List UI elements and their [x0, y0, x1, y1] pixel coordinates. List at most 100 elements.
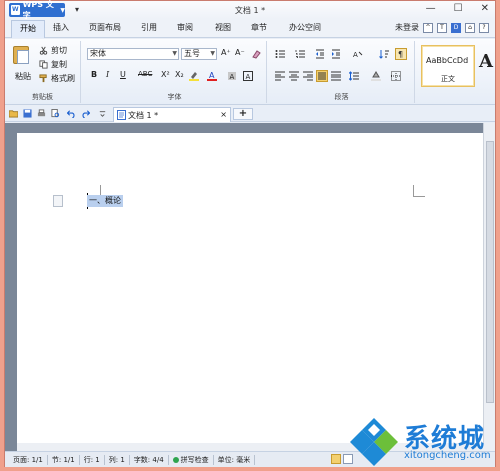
highlight-icon[interactable] — [189, 71, 199, 81]
collapse-ribbon-icon[interactable]: ^ — [423, 22, 433, 33]
vertical-scrollbar[interactable] — [483, 123, 495, 451]
style-normal[interactable]: AaBbCcDd 正文 — [421, 45, 475, 87]
align-center-icon[interactable] — [289, 71, 299, 81]
svg-text:A: A — [246, 73, 251, 81]
bullet-list-icon[interactable] — [275, 49, 285, 59]
justify-icon[interactable] — [316, 70, 328, 82]
line-spacing-icon[interactable] — [349, 71, 359, 81]
scissors-icon — [39, 46, 48, 55]
svg-text:A: A — [353, 51, 358, 59]
format-painter-button[interactable]: 格式刷 — [39, 73, 75, 84]
italic-button[interactable]: I — [106, 70, 109, 79]
strikethrough-button[interactable]: ABC — [138, 70, 152, 78]
char-shading-icon[interactable]: A — [227, 71, 237, 81]
font-group-label: 字体 — [167, 93, 182, 101]
align-right-icon[interactable] — [303, 71, 313, 81]
quick-access-dropdown[interactable]: ▾ — [75, 5, 79, 14]
svg-text:A: A — [209, 71, 215, 80]
help-icon[interactable]: ? — [479, 22, 489, 33]
status-row: 行: 1 — [80, 454, 105, 465]
text-direction-icon[interactable]: A — [353, 49, 363, 59]
decrease-indent-icon[interactable] — [315, 49, 325, 59]
tab-home[interactable]: 开始 — [11, 20, 45, 38]
docer-icon[interactable]: D — [451, 22, 461, 33]
site-watermark: 系统城 xitongcheng.com — [346, 414, 496, 470]
paragraph-handle-icon[interactable] — [53, 195, 63, 207]
title-bar: W WPS 文字 ▼ ▾ 文档 1 * — ☐ ✕ — [5, 0, 495, 20]
chevron-down-icon: ▼ — [172, 50, 177, 57]
skin-icon[interactable]: T — [437, 22, 447, 33]
svg-text:A: A — [230, 73, 235, 81]
spell-check-toggle[interactable]: 拼写检查 — [169, 454, 214, 465]
font-name-select[interactable]: 宋体 ▼ — [87, 48, 179, 60]
borders-icon[interactable] — [391, 71, 401, 81]
clear-format-icon[interactable] — [251, 49, 261, 59]
home-icon[interactable]: ⌂ — [465, 22, 475, 33]
customize-toolbar-icon[interactable] — [98, 109, 107, 118]
show-marks-icon[interactable]: ¶ — [395, 48, 407, 60]
document-tab[interactable]: 文档 1 * × — [113, 107, 231, 122]
wps-menu-button[interactable]: W WPS 文字 ▼ — [9, 0, 65, 20]
tab-office-space[interactable]: 办公空间 — [289, 22, 321, 33]
page-view-button[interactable] — [331, 454, 341, 464]
copy-button[interactable]: 复制 — [39, 59, 67, 70]
open-folder-icon[interactable] — [9, 109, 18, 118]
tab-page-layout[interactable]: 页面布局 — [89, 22, 121, 33]
clipboard-group: 粘贴 剪切 复制 格式刷 剪贴板 — [5, 41, 81, 103]
font-size-select[interactable]: 五号 ▼ — [181, 48, 217, 60]
copy-icon — [39, 60, 48, 69]
print-icon[interactable] — [37, 109, 46, 118]
document-area: 一、概论 — [5, 123, 495, 451]
status-ok-icon — [172, 456, 179, 463]
underline-button[interactable]: U — [120, 70, 126, 79]
style-name: 正文 — [441, 75, 455, 83]
status-page[interactable]: 页面: 1/1 — [9, 454, 48, 465]
selected-heading-text[interactable]: 一、概论 — [87, 195, 123, 207]
tab-insert[interactable]: 插入 — [53, 22, 69, 33]
new-tab-button[interactable]: + — [233, 108, 253, 120]
login-status[interactable]: 未登录 — [395, 22, 419, 33]
wps-logo-icon: W — [11, 5, 20, 15]
status-unit[interactable]: 单位: 毫米 — [214, 454, 256, 465]
style-heading-preview[interactable]: A — [479, 51, 493, 72]
distributed-icon[interactable] — [331, 71, 341, 81]
paste-button[interactable]: 粘贴 — [11, 44, 33, 81]
watermark-logo — [350, 418, 398, 466]
redo-icon[interactable] — [81, 109, 90, 118]
watermark-url: xitongcheng.com — [404, 450, 491, 461]
subscript-button[interactable]: X₂ — [175, 70, 184, 79]
numbered-list-icon[interactable] — [295, 49, 305, 59]
close-tab-icon[interactable]: × — [220, 110, 227, 119]
tab-view[interactable]: 视图 — [215, 22, 231, 33]
increase-indent-icon[interactable] — [331, 49, 341, 59]
cut-button[interactable]: 剪切 — [39, 45, 67, 56]
minimize-button[interactable]: — — [426, 3, 436, 14]
tab-references[interactable]: 引用 — [141, 22, 157, 33]
grow-font-button[interactable]: A⁺ — [221, 48, 231, 57]
document-tab-label: 文档 1 * — [128, 111, 159, 120]
chevron-down-icon: ▼ — [60, 6, 65, 14]
char-border-icon[interactable]: A — [243, 71, 253, 81]
shading-icon[interactable] — [371, 71, 381, 81]
document-tab-bar: 文档 1 * × + — [5, 106, 495, 122]
tab-review[interactable]: 审阅 — [177, 22, 193, 33]
save-icon[interactable] — [23, 109, 32, 118]
undo-icon[interactable] — [67, 109, 76, 118]
style-sample: AaBbCcDd — [426, 56, 469, 65]
document-page[interactable]: 一、概论 — [17, 133, 485, 451]
shrink-font-button[interactable]: A⁻ — [235, 48, 245, 57]
align-left-icon[interactable] — [275, 71, 285, 81]
bold-button[interactable]: B — [91, 70, 97, 79]
close-button[interactable]: ✕ — [481, 3, 489, 14]
maximize-button[interactable]: ☐ — [454, 3, 463, 14]
scrollbar-thumb[interactable] — [486, 141, 494, 403]
status-word-count[interactable]: 字数: 4/4 — [130, 454, 169, 465]
paintbrush-icon — [39, 74, 47, 83]
superscript-button[interactable]: X² — [161, 70, 170, 79]
document-icon — [117, 110, 126, 120]
tab-chapter[interactable]: 章节 — [251, 22, 267, 33]
font-color-icon[interactable]: A — [207, 71, 217, 81]
sort-icon[interactable] — [379, 49, 389, 59]
ribbon-tabs: 开始 插入 页面布局 引用 审阅 视图 章节 办公空间 未登录 ^ T D ⌂ … — [5, 19, 495, 38]
print-preview-icon[interactable] — [51, 109, 60, 118]
